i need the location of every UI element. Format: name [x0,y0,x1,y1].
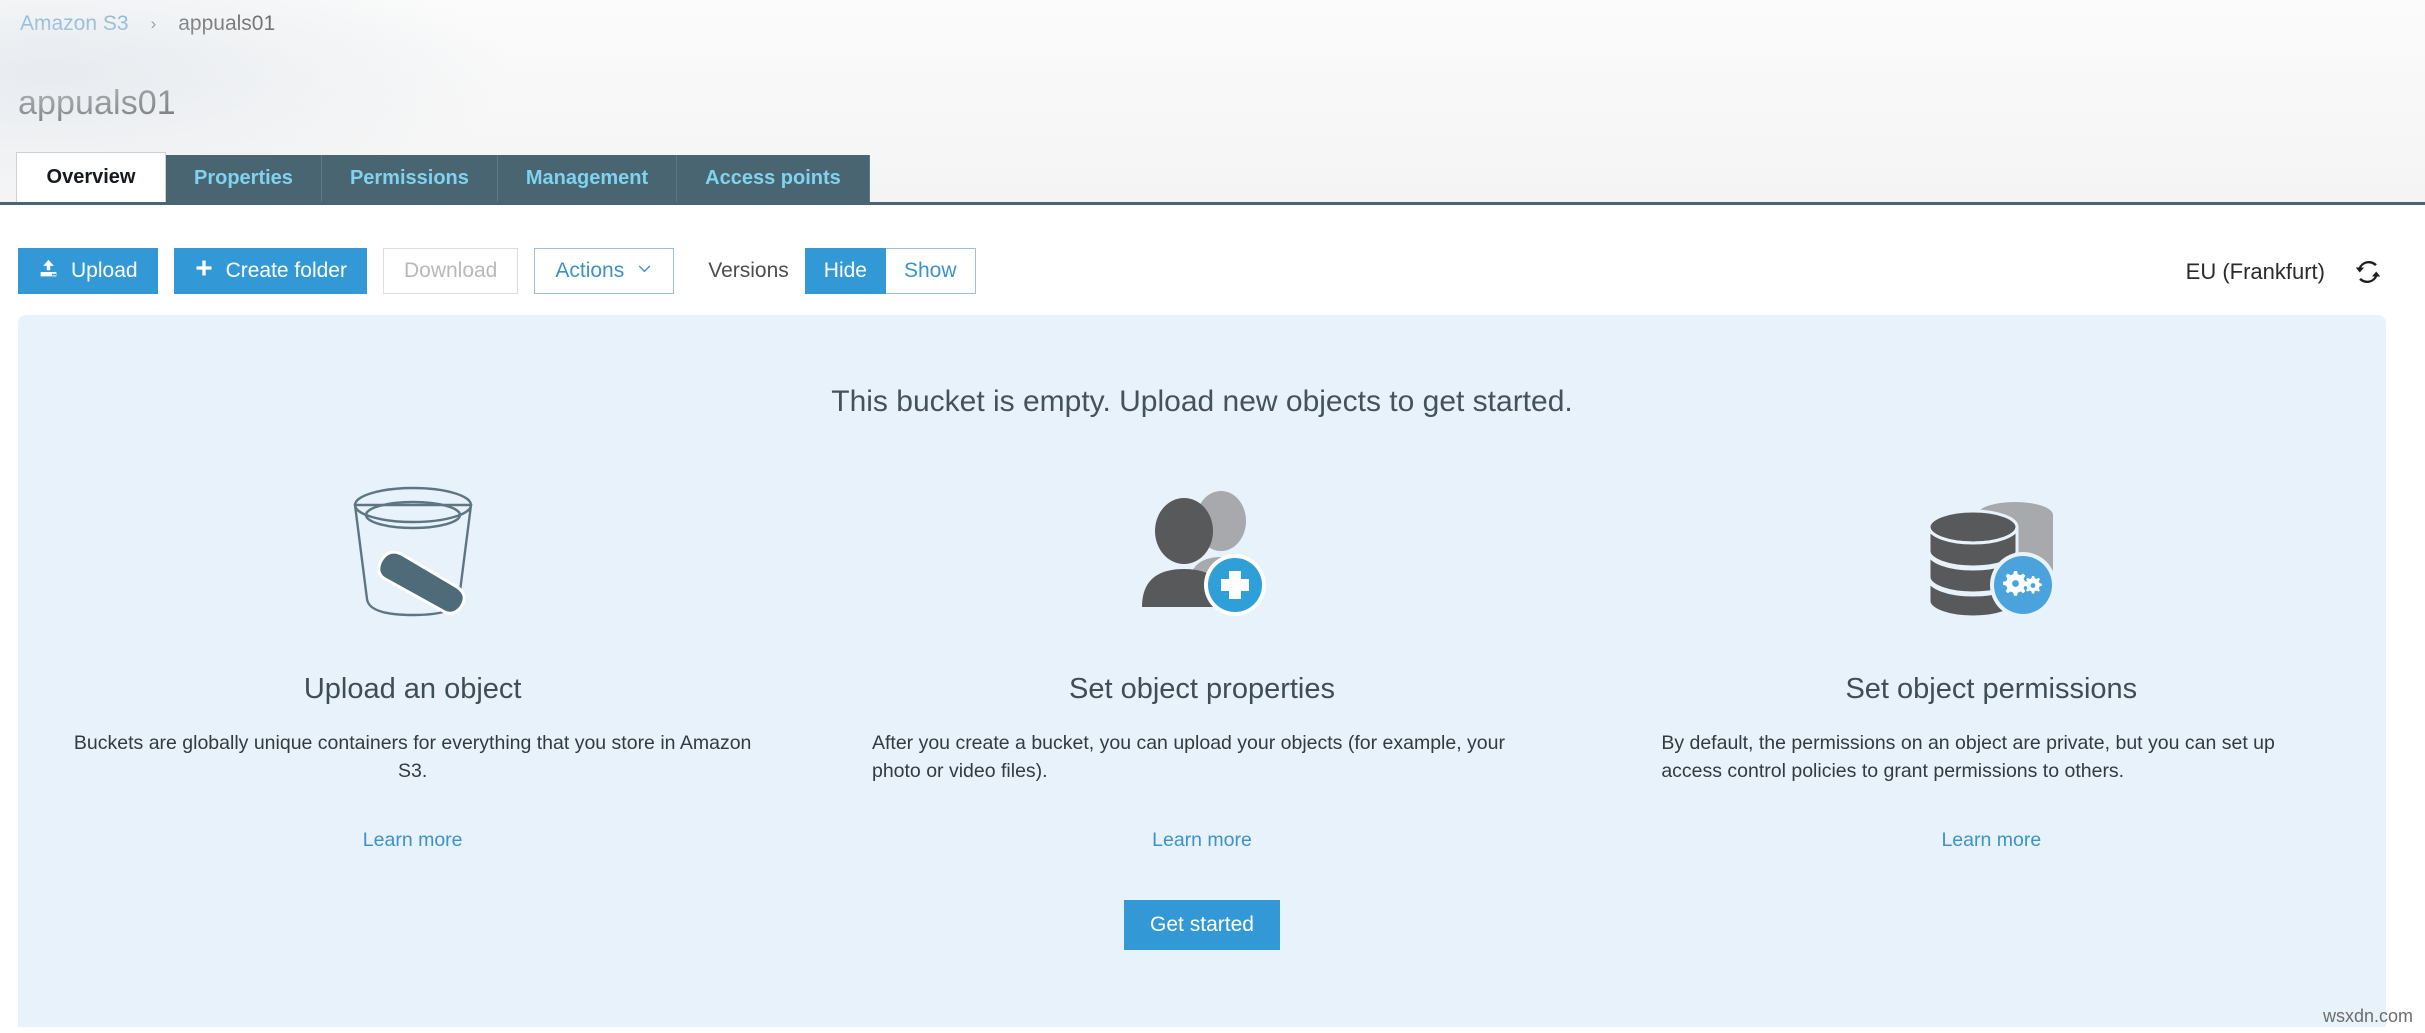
empty-bucket-message: This bucket is empty. Upload new objects… [18,385,2386,419]
region-indicator: EU (Frankfurt) [2186,255,2385,289]
users-add-illustration [1122,465,1282,635]
tab-access-points[interactable]: Access points [677,155,870,202]
region-label: EU (Frankfurt) [2186,259,2325,285]
watermark: wsxdn.com [2323,1006,2413,1027]
tab-management-label: Management [526,167,648,190]
breadcrumb-current-bucket: appuals01 [178,12,275,36]
feature-body: Buckets are globally unique containers f… [73,730,753,785]
versions-hide-option[interactable]: Hide [805,248,886,294]
versions-show-label: Show [904,259,957,283]
learn-more-link-properties[interactable]: Learn more [1152,829,1252,852]
tab-overview[interactable]: Overview [16,152,166,202]
breadcrumb: Amazon S3 › appuals01 [20,12,275,36]
empty-bucket-panel: This bucket is empty. Upload new objects… [18,315,2386,1027]
refresh-icon[interactable] [2351,255,2385,289]
feature-body: After you create a bucket, you can uploa… [872,730,1532,785]
download-button-label: Download [404,259,497,283]
breadcrumb-link-amazon-s3[interactable]: Amazon S3 [20,12,129,36]
versions-show-option[interactable]: Show [886,248,976,294]
learn-more-link-upload[interactable]: Learn more [363,829,463,852]
tab-overview-label: Overview [47,166,136,189]
feature-columns: Upload an object Buckets are globally un… [18,465,2386,852]
tab-properties[interactable]: Properties [166,155,322,202]
get-started-row: Get started [18,900,2386,950]
object-toolbar: Upload Create folder Download Actions Ve… [0,240,2425,302]
page-title: appuals01 [18,84,176,123]
tab-management[interactable]: Management [498,155,677,202]
tab-permissions-label: Permissions [350,167,469,190]
learn-more-link-permissions[interactable]: Learn more [1941,829,2041,852]
tab-properties-label: Properties [194,167,293,190]
tab-permissions[interactable]: Permissions [322,155,498,202]
tab-access-points-label: Access points [705,167,841,190]
feature-column-set-object-permissions: Set object permissions By default, the p… [1597,465,2386,852]
feature-column-set-object-properties: Set object properties After you create a… [807,465,1596,852]
bucket-illustration [333,465,493,635]
feature-title: Set object properties [1069,673,1335,706]
upload-button[interactable]: Upload [18,248,158,294]
download-button: Download [383,248,518,294]
versions-toggle-group: Hide Show [805,248,976,294]
feature-title: Upload an object [304,673,522,706]
create-folder-button-label: Create folder [226,259,347,283]
breadcrumb-separator-icon: › [151,14,157,34]
create-folder-button[interactable]: Create folder [174,248,367,294]
actions-button-label: Actions [555,259,624,283]
chevron-down-icon [636,259,653,283]
feature-column-upload-an-object: Upload an object Buckets are globally un… [18,465,807,852]
s3-bucket-overview-page: Amazon S3 › appuals01 appuals01 Overview… [0,0,2425,1033]
versions-hide-label: Hide [824,259,867,283]
upload-button-label: Upload [71,259,138,283]
tab-bar: Overview Properties Permissions Manageme… [0,155,2425,205]
get-started-button[interactable]: Get started [1124,900,1280,950]
feature-body: By default, the permissions on an object… [1661,730,2321,785]
upload-tray-icon [38,258,59,285]
feature-title: Set object permissions [1845,673,2137,706]
plus-icon [194,258,214,284]
versions-label: Versions [708,259,789,283]
database-gears-illustration [1911,465,2071,635]
actions-dropdown-button[interactable]: Actions [534,248,674,294]
